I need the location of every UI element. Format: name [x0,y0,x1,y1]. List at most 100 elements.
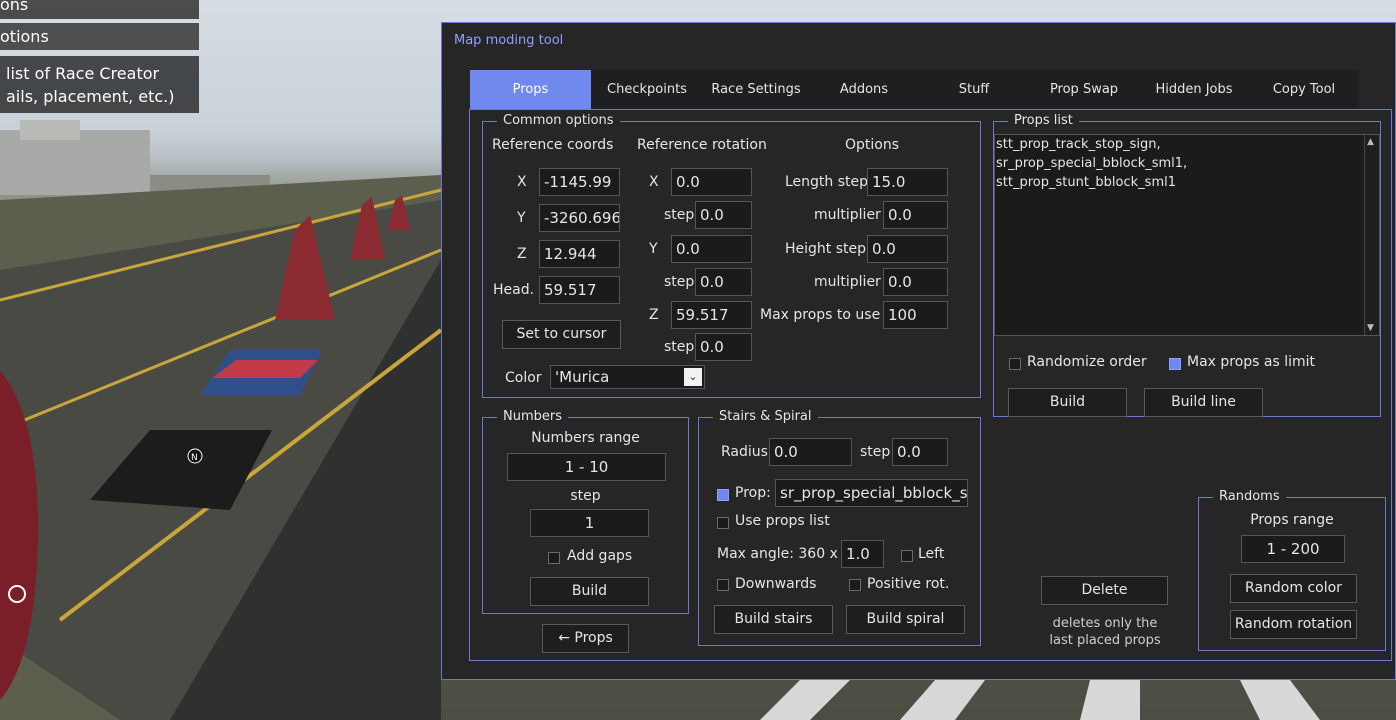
random-rotation-button[interactable]: Random rotation [1230,610,1357,639]
tab-bar: Props Checkpoints Race Settings Addons S… [470,70,1359,109]
coord-x-input[interactable]: -1145.99 [539,168,620,196]
tab-addons[interactable]: Addons [809,70,919,109]
props-list-textarea[interactable]: stt_prop_track_stop_sign, sr_prop_specia… [994,134,1380,336]
group-title: Stairs & Spiral [713,409,818,425]
rotation-z-input[interactable]: 59.517 [671,301,752,329]
back-to-props-button[interactable]: ← Props [542,624,629,653]
group-title: Numbers [497,409,568,425]
runway-stripe [1080,680,1140,720]
rotation-y-step-input[interactable]: 0.0 [695,268,752,296]
props-list-item: sr_prop_special_bblock_sml1, [996,156,1188,171]
height-step-label: Height step [785,241,867,257]
numbers-group: Numbers Numbers range 1 - 10 step 1 Add … [482,409,689,614]
group-title: Randoms [1213,489,1286,505]
use-props-list-checkbox[interactable] [717,517,729,529]
heading-label: Head. [493,282,535,298]
props-build-button[interactable]: Build [1008,388,1127,417]
delete-hint-line: last placed props [1049,633,1161,648]
color-select[interactable]: 'Murica ⌄ [550,365,705,389]
positive-rot-label: Positive rot. [867,576,950,592]
tab-copy-tool[interactable]: Copy Tool [1249,70,1359,109]
numbers-range-label: Numbers range [531,430,640,446]
length-step-input[interactable]: 15.0 [867,168,948,196]
coord-y-input[interactable]: -3260.696 [539,204,620,232]
positive-rot-checkbox[interactable] [849,579,861,591]
add-gaps-label: Add gaps [567,548,633,564]
downwards-checkbox[interactable] [717,579,729,591]
description-line: ails, placement, etc.) [6,87,175,106]
rotation-x-step-input[interactable]: 0.0 [695,201,752,229]
max-props-input[interactable]: 100 [883,301,948,329]
prop-input[interactable]: sr_prop_special_bblock_sml1 [775,479,968,507]
length-step-label: Length step [785,174,869,190]
tab-race-settings[interactable]: Race Settings [701,70,811,109]
runway-stripe [760,680,850,720]
hangar-roof [20,120,80,140]
height-step-input[interactable]: 0.0 [867,235,948,263]
props-range-input[interactable]: 1 - 200 [1241,535,1345,563]
runway-stripe [900,680,985,720]
scroll-down-icon[interactable]: ▼ [1367,323,1374,333]
radius-step-input[interactable]: 0.0 [892,438,948,466]
game-menu-item-selected[interactable]: otions [0,23,199,50]
color-label: Color [505,370,542,386]
numbers-step-input[interactable]: 1 [530,509,649,537]
add-gaps-checkbox[interactable] [548,552,560,564]
radius-input[interactable]: 0.0 [769,438,852,466]
max-props-label: Max props to use [760,307,881,323]
options-header: Options [845,137,900,153]
props-list-item: stt_prop_stunt_bblock_sml1 [996,175,1176,190]
tab-checkpoints[interactable]: Checkpoints [592,70,702,109]
rotation-z-step-label: step [664,339,695,355]
max-props-limit-checkbox[interactable] [1169,358,1181,370]
rotation-z-step-input[interactable]: 0.0 [695,333,752,361]
length-multiplier-input[interactable]: 0.0 [883,201,948,229]
group-title: Common options [497,113,620,129]
numbers-build-button[interactable]: Build [530,577,649,606]
radius-label: Radius [721,444,768,460]
rotation-y-step-label: step [664,274,695,290]
left-label: Left [918,546,945,562]
tab-prop-swap[interactable]: Prop Swap [1029,70,1139,109]
coord-y-label: Y [517,210,526,226]
tab-stuff[interactable]: Stuff [919,70,1029,109]
props-list-scrollbar[interactable]: ▲ ▼ [1364,135,1379,335]
rotation-y-input[interactable]: 0.0 [671,235,752,263]
coord-z-input[interactable]: 12.944 [539,240,620,268]
tab-hidden-jobs[interactable]: Hidden Jobs [1139,70,1249,109]
random-color-button[interactable]: Random color [1230,574,1357,603]
heading-input[interactable]: 59.517 [539,276,620,304]
downwards-label: Downwards [735,576,817,592]
window-title: Map moding tool [454,33,564,48]
prop-label: Prop: [735,485,771,501]
randomize-order-checkbox[interactable] [1009,358,1021,370]
reference-coords-header: Reference coords [492,137,614,153]
game-menu-item[interactable]: ons [0,0,199,19]
rotation-x-step-label: step [664,207,695,223]
props-list-group: Props list stt_prop_track_stop_sign, sr_… [993,113,1381,417]
rotation-x-input[interactable]: 0.0 [671,168,752,196]
description-line: list of Race Creator [6,64,160,83]
props-build-line-button[interactable]: Build line [1144,388,1263,417]
tab-props[interactable]: Props [470,70,591,109]
stairs-spiral-group: Stairs & Spiral Radius 0.0 step 0.0 Prop… [698,409,981,646]
scroll-up-icon[interactable]: ▲ [1367,137,1374,147]
game-menu-item-label: otions [0,27,49,46]
runway-stripe [1240,680,1320,720]
left-checkbox[interactable] [901,550,913,562]
reference-rotation-header: Reference rotation [637,137,767,153]
map-moding-tool-window: Map moding tool Props Checkpoints Race S… [441,22,1396,680]
height-multiplier-label: multiplier [814,274,881,290]
chevron-down-icon[interactable]: ⌄ [684,368,702,386]
build-spiral-button[interactable]: Build spiral [846,605,965,634]
height-multiplier-input[interactable]: 0.0 [883,268,948,296]
randomize-order-label: Randomize order [1027,354,1147,370]
coord-x-label: X [517,174,527,190]
delete-button[interactable]: Delete [1041,576,1168,605]
set-to-cursor-button[interactable]: Set to cursor [502,320,621,349]
max-angle-input[interactable]: 1.0 [841,540,884,568]
rotation-z-label: Z [649,307,659,323]
prop-checkbox[interactable] [717,489,729,501]
numbers-range-input[interactable]: 1 - 10 [507,453,666,481]
build-stairs-button[interactable]: Build stairs [714,605,833,634]
